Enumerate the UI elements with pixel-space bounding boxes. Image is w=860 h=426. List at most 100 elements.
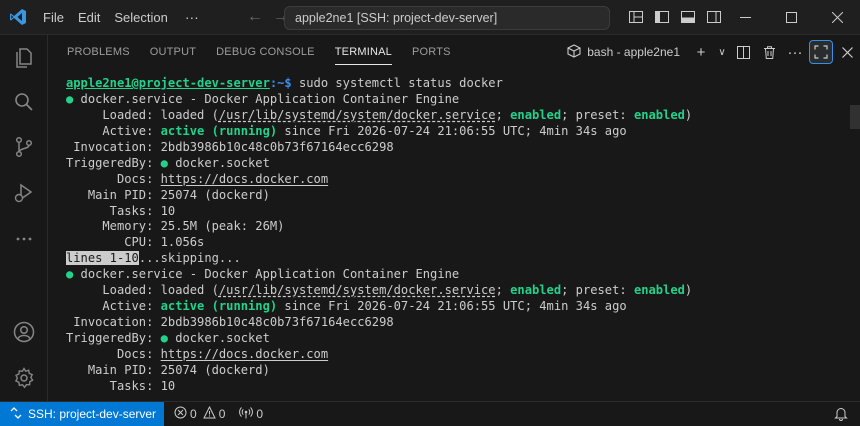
- close-window-icon[interactable]: [814, 0, 860, 35]
- terminal-panel: PROBLEMS OUTPUT DEBUG CONSOLE TERMINAL P…: [49, 35, 860, 401]
- active-state: active (running): [160, 123, 278, 138]
- new-terminal-button[interactable]: +: [689, 40, 713, 64]
- loaded-end: ): [684, 283, 693, 298]
- tab-debug-console[interactable]: DEBUG CONSOLE: [206, 35, 325, 69]
- pager-status: lines 1-10: [66, 251, 139, 266]
- split-terminal-icon[interactable]: [731, 40, 755, 64]
- pager-line: lines 1-10...skipping...: [66, 251, 846, 267]
- socket-bullet: ●: [160, 155, 168, 170]
- terminal-line: Main PID: 25074 (dockerd): [66, 187, 270, 202]
- warning-count: 0: [218, 407, 226, 421]
- broadcast-icon: [239, 406, 254, 422]
- loaded-pre: loaded (: [160, 283, 219, 298]
- active-label: Active:: [66, 123, 161, 138]
- terminal-line: TriggeredBy: ● docker.socket: [66, 331, 846, 347]
- preset-enabled-text: enabled: [633, 283, 685, 298]
- loaded-pre: loaded (: [160, 107, 219, 122]
- terminal-line: apple2ne1@project-dev-server:~$ sudo sys…: [66, 76, 846, 92]
- triggered-label: TriggeredBy:: [66, 331, 161, 345]
- terminal-output[interactable]: apple2ne1@project-dev-server:~$ sudo sys…: [66, 76, 846, 395]
- menu-more-button[interactable]: ···: [175, 0, 209, 35]
- active-since: since Fri 2026-07-24 21:06:55 UTC; 4min …: [277, 123, 627, 138]
- problems-indicator[interactable]: 0 0: [174, 405, 226, 422]
- remote-icon: [10, 406, 22, 422]
- triggered-value: docker.socket: [167, 331, 270, 345]
- more-actions-button[interactable]: ···: [783, 40, 807, 64]
- terminal-line: Docs: https://docs.docker.com: [66, 172, 846, 188]
- error-icon: [174, 406, 187, 422]
- tab-terminal[interactable]: TERMINAL: [325, 35, 402, 69]
- preset-label: ; preset:: [561, 283, 634, 298]
- run-debug-icon[interactable]: [0, 170, 48, 216]
- terminal-selector[interactable]: bash - apple2ne1: [567, 43, 680, 61]
- title-bar: File Edit Selection ··· ← → apple2ne1 [S…: [0, 0, 860, 35]
- maximize-icon[interactable]: [768, 0, 814, 35]
- service-line: docker.service - Docker Application Cont…: [73, 91, 460, 106]
- docs-link[interactable]: https://docs.docker.com: [161, 172, 328, 186]
- scrollbar-thumb[interactable]: [850, 105, 860, 129]
- explorer-icon[interactable]: [0, 35, 48, 81]
- settings-gear-icon[interactable]: [0, 355, 48, 401]
- loaded-label: Loaded:: [66, 283, 161, 298]
- terminal-name-label: bash - apple2ne1: [587, 45, 680, 59]
- terminal-line: Docs: https://docs.docker.com: [66, 347, 846, 363]
- loaded-end: ): [684, 107, 693, 122]
- vscode-logo-icon[interactable]: [0, 0, 36, 35]
- command-center[interactable]: apple2ne1 [SSH: project-dev-server]: [284, 6, 610, 30]
- customize-layout-icon[interactable]: [628, 9, 644, 25]
- back-arrow-icon[interactable]: ←: [247, 8, 263, 26]
- source-control-icon[interactable]: [0, 124, 48, 170]
- account-icon[interactable]: [0, 309, 48, 355]
- terminal-line: Invocation: 2bdb3986b10c48c0b73f67164ecc…: [66, 315, 394, 330]
- terminal-dropdown-button[interactable]: ∨: [715, 40, 729, 64]
- maximize-panel-icon[interactable]: [809, 40, 833, 64]
- toggle-primary-sidebar-icon[interactable]: [654, 9, 670, 25]
- remote-indicator[interactable]: SSH: project-dev-server: [0, 402, 165, 426]
- terminal-line: Loaded: loaded (/usr/lib/systemd/system/…: [66, 108, 846, 124]
- terminal-line: Invocation: 2bdb3986b10c48c0b73f67164ecc…: [66, 139, 394, 154]
- prompt-path: :~$: [269, 76, 292, 90]
- terminal-cube-icon: [567, 43, 581, 61]
- loaded-path-link[interactable]: /usr/lib/systemd/system/docker.service: [219, 108, 496, 122]
- toggle-secondary-sidebar-icon[interactable]: [706, 9, 722, 25]
- close-panel-icon[interactable]: [835, 40, 859, 64]
- remote-label: SSH: project-dev-server: [28, 407, 157, 421]
- terminal-line: Active: active (running) since Fri 2026-…: [66, 124, 846, 140]
- active-state: active (running): [160, 299, 278, 314]
- active-since: since Fri 2026-07-24 21:06:55 UTC; 4min …: [277, 299, 627, 314]
- enabled-text: enabled: [510, 107, 562, 122]
- menu-selection[interactable]: Selection: [107, 0, 174, 35]
- notifications-bell-icon[interactable]: [834, 406, 848, 424]
- socket-bullet: ●: [160, 331, 168, 345]
- service-line: docker.service - Docker Application Cont…: [73, 267, 460, 282]
- tab-ports[interactable]: PORTS: [402, 35, 461, 69]
- tab-output[interactable]: OUTPUT: [140, 35, 206, 69]
- command-text: sudo systemctl status docker: [291, 76, 503, 90]
- menu-file[interactable]: File: [36, 0, 71, 35]
- minimize-icon[interactable]: [722, 0, 768, 35]
- tab-problems[interactable]: PROBLEMS: [57, 35, 140, 69]
- search-icon[interactable]: [0, 79, 48, 125]
- enabled-text: enabled: [510, 283, 562, 298]
- activity-bar: [0, 35, 48, 401]
- terminal-line: Tasks: 10: [66, 203, 176, 218]
- pager-skipping: ...skipping...: [138, 251, 241, 266]
- preset-enabled-text: enabled: [633, 107, 685, 122]
- terminal-line: Memory: 25.5M (peak: 26M): [66, 219, 285, 234]
- toggle-panel-icon[interactable]: [680, 9, 696, 25]
- prompt-user: apple2ne1@project-dev-server: [66, 76, 270, 90]
- loaded-sep: ;: [495, 107, 511, 122]
- loaded-path-link[interactable]: /usr/lib/systemd/system/docker.service: [219, 283, 496, 297]
- menu-edit[interactable]: Edit: [71, 0, 107, 35]
- kill-terminal-trash-icon[interactable]: [757, 40, 781, 64]
- terminal-line: Active: active (running) since Fri 2026-…: [66, 299, 846, 315]
- docs-label: Docs:: [66, 346, 161, 361]
- terminal-line: ● docker.service - Docker Application Co…: [66, 92, 846, 108]
- more-icon[interactable]: [0, 216, 48, 262]
- error-count: 0: [190, 407, 197, 421]
- docs-link[interactable]: https://docs.docker.com: [161, 347, 328, 361]
- loaded-label: Loaded:: [66, 107, 161, 122]
- panel-tab-bar: PROBLEMS OUTPUT DEBUG CONSOLE TERMINAL P…: [49, 35, 860, 69]
- ports-indicator[interactable]: 0: [239, 406, 263, 422]
- terminal-scrollbar[interactable]: [850, 69, 860, 401]
